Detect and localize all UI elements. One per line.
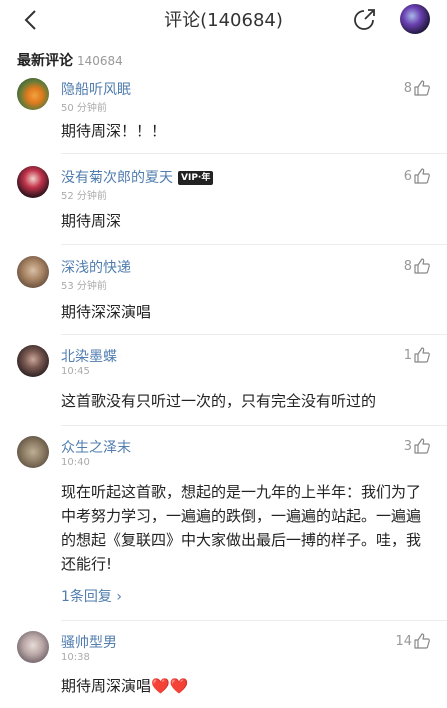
comment-text-row: 期待周深演唱❤️❤️ — [61, 675, 433, 698]
like-count: 14 — [395, 633, 412, 649]
thumbs-up-icon — [414, 258, 430, 274]
like-count: 6 — [403, 168, 412, 184]
thumbs-up-icon — [414, 438, 430, 454]
divider — [61, 334, 447, 335]
thumbs-up-icon — [414, 168, 430, 184]
divider — [61, 620, 447, 621]
avatar[interactable] — [17, 256, 49, 288]
timestamp: 10:40 — [61, 457, 90, 468]
comment-text: 这首歌没有只听过一次的，只有完全没有听过的 — [61, 392, 377, 410]
like-count: 8 — [403, 258, 412, 274]
avatar[interactable] — [17, 78, 49, 110]
avatar[interactable] — [17, 631, 49, 663]
thumbs-up-icon — [414, 347, 430, 363]
like-button[interactable]: 1 — [404, 345, 431, 365]
song-avatar[interactable] — [400, 4, 430, 34]
like-button[interactable]: 8 — [404, 256, 431, 276]
thumbs-up-icon — [414, 633, 430, 649]
username[interactable]: 没有菊次郎的夏天 — [61, 170, 173, 186]
section-header: 最新评论 140684 — [17, 50, 123, 70]
comment-text: 现在听起这首歌，想起的是一九年的上半年：我们为了中考努力学习，一遍遍的跌倒，一遍… — [61, 483, 422, 573]
vip-badge: VIP·年 — [178, 171, 214, 185]
share-icon[interactable] — [352, 6, 378, 32]
username[interactable]: 众生之泽末 — [61, 437, 131, 457]
timestamp: 52 分钟前 — [61, 191, 107, 202]
timestamp: 53 分钟前 — [61, 281, 107, 292]
page-title: 评论(140684) — [164, 10, 283, 31]
like-count: 3 — [403, 438, 412, 454]
username-row[interactable]: 没有菊次郎的夏天 VIP·年 — [61, 167, 214, 187]
like-button[interactable]: 8 — [404, 78, 431, 98]
like-count: 1 — [403, 347, 412, 363]
timestamp: 10:38 — [61, 652, 90, 663]
avatar[interactable] — [17, 345, 49, 377]
avatar[interactable] — [17, 166, 49, 198]
username[interactable]: 北染墨蝶 — [61, 346, 117, 366]
like-button[interactable]: 3 — [404, 436, 431, 456]
username[interactable]: 骚帅型男 — [61, 632, 117, 652]
comment-text: 期待周深 — [61, 212, 122, 230]
like-count: 8 — [403, 80, 412, 96]
username[interactable]: 隐船听风眠 — [61, 79, 131, 99]
username[interactable]: 深浅的快递 — [61, 257, 131, 277]
comment-text: 期待周深！！！ — [61, 122, 167, 140]
divider — [61, 244, 447, 245]
timestamp: 10:45 — [61, 366, 90, 377]
like-button[interactable]: 6 — [404, 166, 431, 186]
section-count: 140684 — [77, 54, 123, 68]
avatar[interactable] — [17, 436, 49, 468]
section-label: 最新评论 — [17, 53, 73, 69]
thumbs-up-icon — [414, 80, 430, 96]
like-button[interactable]: 14 — [395, 631, 431, 651]
comment-text: 期待深深演唱 — [61, 303, 152, 321]
divider — [61, 425, 447, 426]
divider — [61, 153, 447, 154]
top-bar: 评论(140684) — [0, 0, 447, 40]
heart-emoji: ❤️❤️ — [151, 677, 189, 695]
comment-text: 期待周深演唱 — [61, 677, 152, 695]
view-replies-link[interactable]: 1条回复 › — [61, 586, 122, 606]
timestamp: 50 分钟前 — [61, 103, 107, 114]
